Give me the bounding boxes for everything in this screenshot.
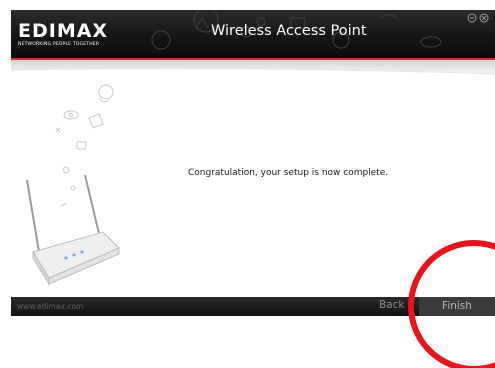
window-title: Wireless Access Point: [211, 23, 367, 39]
window-controls: [467, 13, 489, 23]
brand-name: EDIMAX: [18, 20, 109, 42]
minimize-icon[interactable]: [467, 13, 477, 23]
header-swoosh: [11, 60, 495, 75]
finish-button[interactable]: Finish: [419, 297, 495, 316]
close-icon[interactable]: [479, 13, 489, 23]
edimax-logo: EDIMAX NETWORKING PEOPLE TOGETHER: [18, 21, 118, 47]
completion-message: Congratulation, your setup is now comple…: [188, 168, 389, 178]
access-point-illustration: [26, 84, 120, 286]
footer-bar: www.edimax.com Back Finish: [11, 297, 495, 316]
brand-tagline: NETWORKING PEOPLE TOGETHER: [18, 42, 100, 47]
setup-wizard-window: EDIMAX NETWORKING PEOPLE TOGETHER Wirele…: [11, 10, 495, 316]
header-bar: EDIMAX NETWORKING PEOPLE TOGETHER Wirele…: [11, 10, 495, 59]
back-button[interactable]: Back: [379, 299, 405, 311]
footer-url-link[interactable]: www.edimax.com: [17, 302, 83, 311]
content-area: Congratulation, your setup is now comple…: [11, 80, 495, 294]
